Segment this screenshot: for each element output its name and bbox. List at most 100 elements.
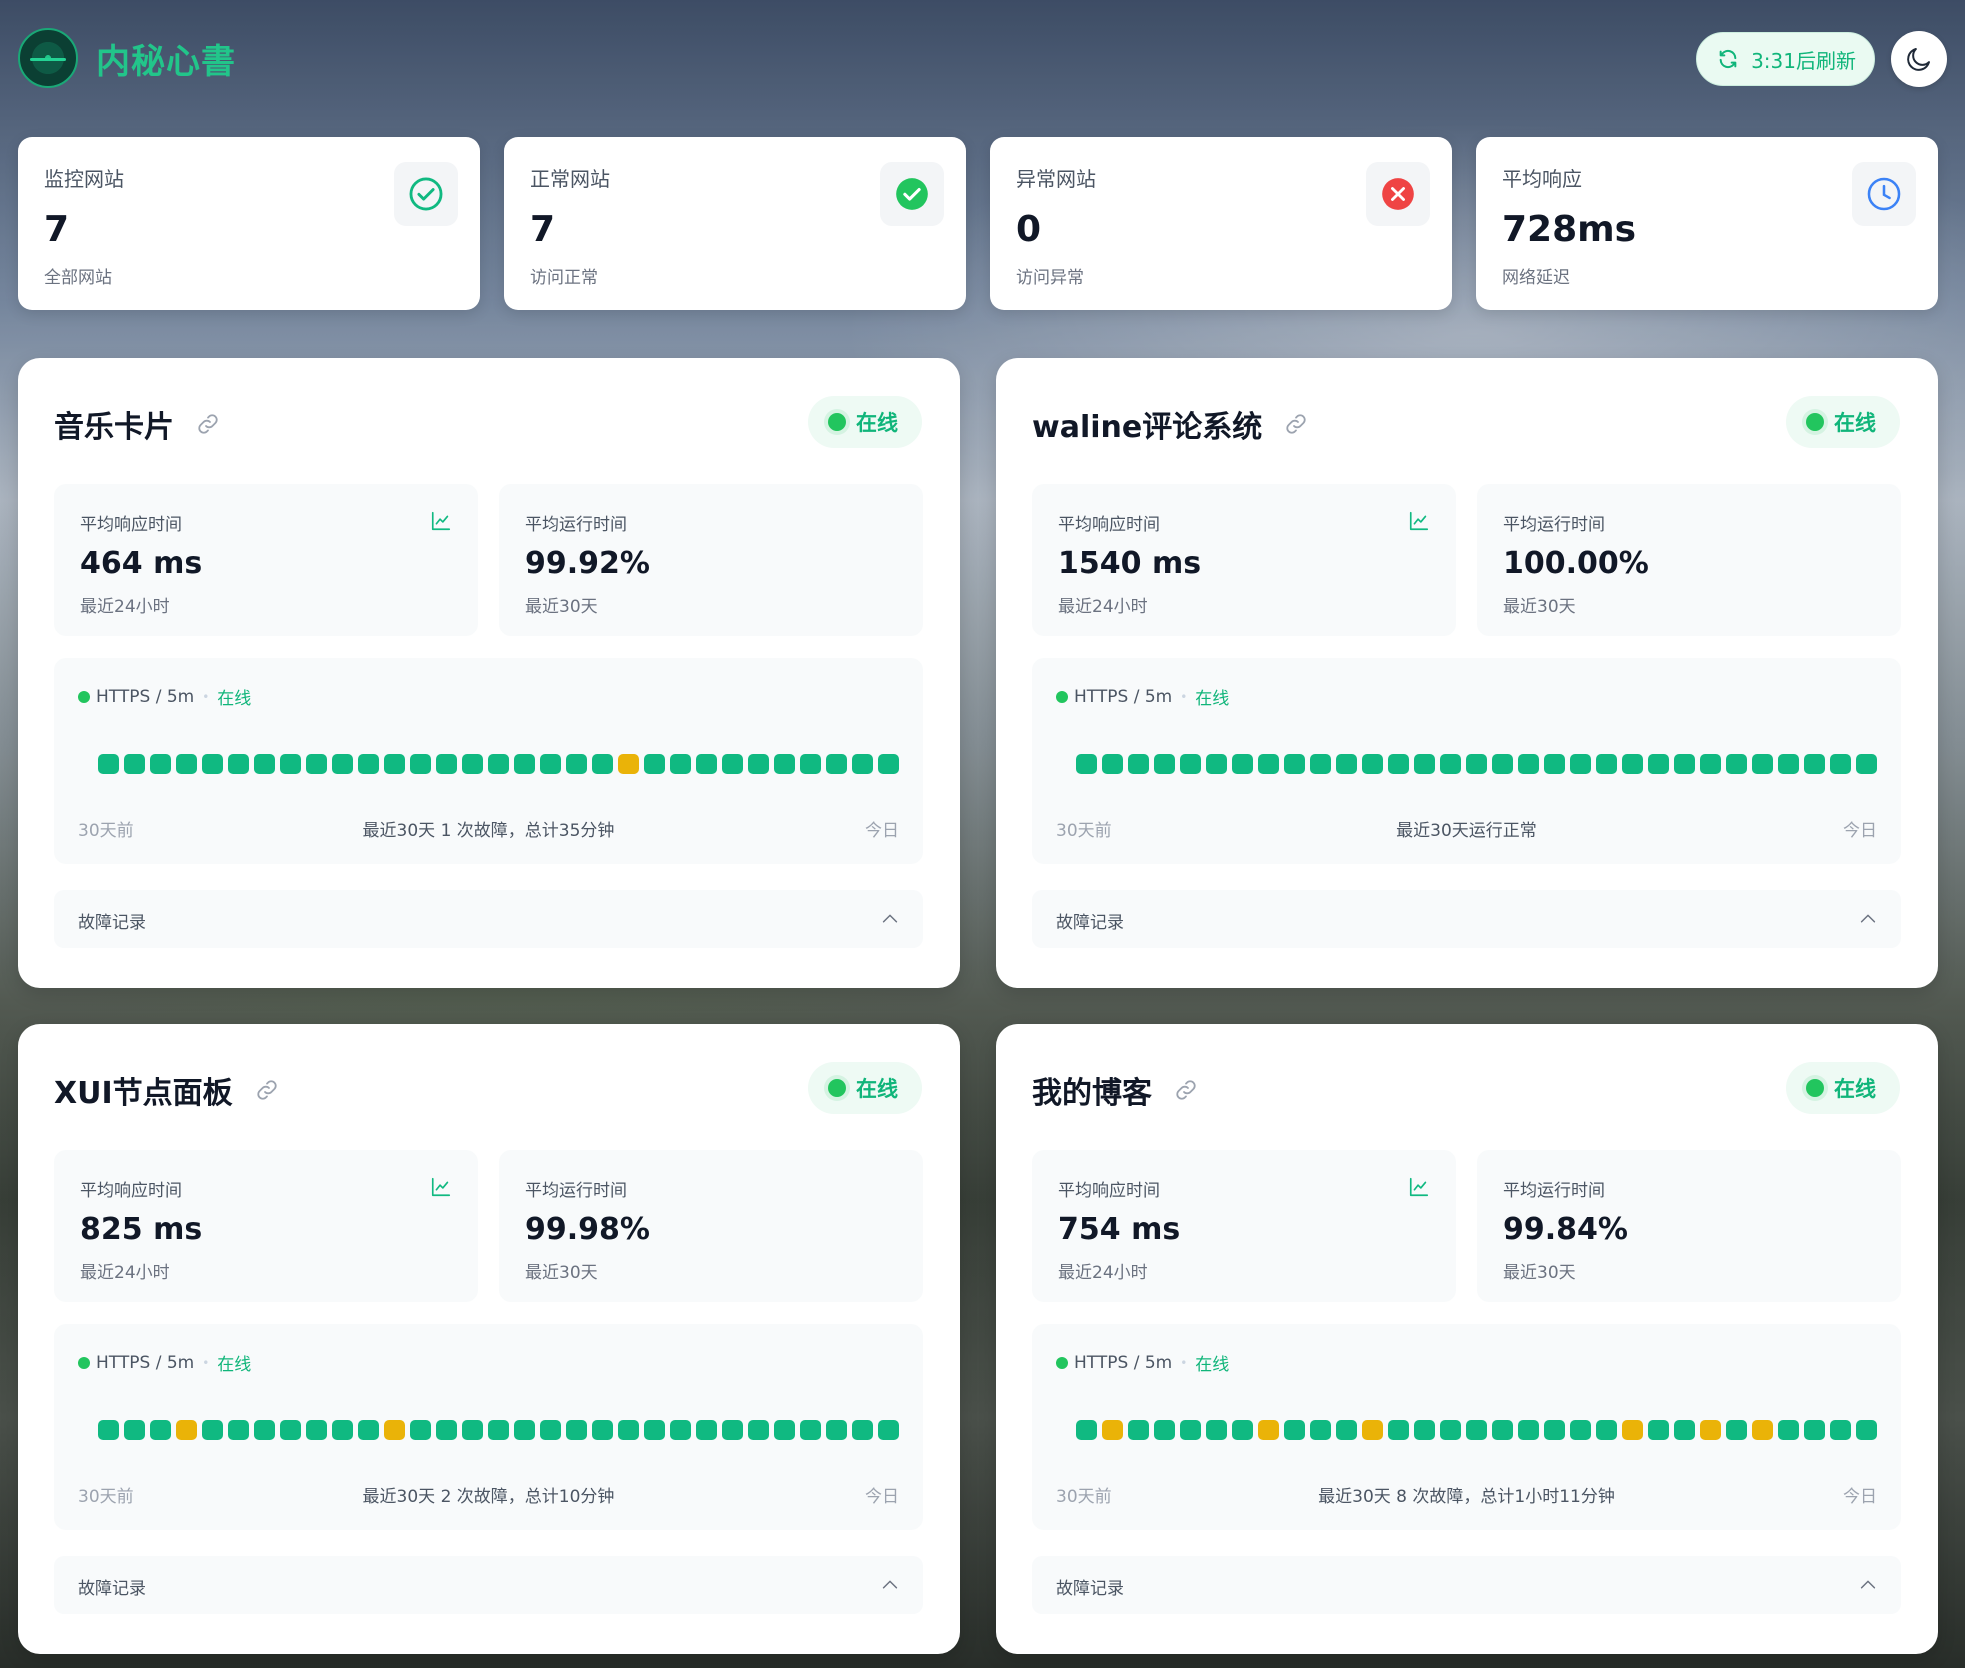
uptime-day-bar-ok[interactable] (1726, 754, 1747, 774)
uptime-day-bar-ok[interactable] (696, 754, 717, 774)
uptime-day-bar-ok[interactable] (1128, 754, 1149, 774)
uptime-day-bar-incident[interactable] (176, 1420, 197, 1440)
uptime-day-bar-ok[interactable] (618, 1420, 639, 1440)
link-icon[interactable] (196, 412, 220, 436)
uptime-day-bar-ok[interactable] (722, 1420, 743, 1440)
uptime-day-bar-ok[interactable] (670, 1420, 691, 1440)
uptime-day-bar-ok[interactable] (1180, 754, 1201, 774)
uptime-day-bar-ok[interactable] (1128, 1420, 1149, 1440)
uptime-day-bar-incident[interactable] (1622, 1420, 1643, 1440)
uptime-day-bar-ok[interactable] (1414, 754, 1435, 774)
refresh-button[interactable]: 3:31后刷新 (1696, 32, 1875, 86)
uptime-day-bar-ok[interactable] (1726, 1420, 1747, 1440)
uptime-day-bar-ok[interactable] (384, 754, 405, 774)
uptime-day-bar-ok[interactable] (488, 1420, 509, 1440)
uptime-day-bar-ok[interactable] (1518, 754, 1539, 774)
uptime-day-bar-ok[interactable] (1804, 754, 1825, 774)
uptime-day-bar-ok[interactable] (462, 754, 483, 774)
uptime-day-bar-ok[interactable] (1388, 754, 1409, 774)
uptime-day-bar-ok[interactable] (1830, 754, 1851, 774)
uptime-day-bar-ok[interactable] (1778, 1420, 1799, 1440)
uptime-day-bar-incident[interactable] (384, 1420, 405, 1440)
line-chart-icon[interactable] (1408, 510, 1430, 532)
uptime-day-bar-ok[interactable] (1830, 1420, 1851, 1440)
uptime-day-bar-ok[interactable] (410, 754, 431, 774)
uptime-day-bar-ok[interactable] (1648, 1420, 1669, 1440)
uptime-day-bar-ok[interactable] (1752, 754, 1773, 774)
uptime-day-bar-ok[interactable] (878, 754, 899, 774)
uptime-day-bar-ok[interactable] (748, 754, 769, 774)
link-icon[interactable] (1174, 1078, 1198, 1102)
uptime-day-bar-ok[interactable] (1492, 754, 1513, 774)
uptime-day-bar-ok[interactable] (1284, 1420, 1305, 1440)
uptime-day-bar-ok[interactable] (1440, 1420, 1461, 1440)
fault-records-toggle[interactable]: 故障记录 (54, 1556, 923, 1614)
uptime-day-bar-ok[interactable] (176, 754, 197, 774)
uptime-day-bar-ok[interactable] (1518, 1420, 1539, 1440)
uptime-day-bar-ok[interactable] (1804, 1420, 1825, 1440)
uptime-day-bar-ok[interactable] (124, 754, 145, 774)
link-icon[interactable] (1284, 412, 1308, 436)
uptime-day-bar-ok[interactable] (592, 754, 613, 774)
uptime-day-bar-ok[interactable] (1544, 1420, 1565, 1440)
uptime-day-bar-ok[interactable] (1206, 754, 1227, 774)
uptime-day-bar-ok[interactable] (566, 1420, 587, 1440)
chevron-up-icon[interactable] (1857, 1574, 1879, 1596)
chevron-up-icon[interactable] (879, 1574, 901, 1596)
uptime-day-bar-ok[interactable] (254, 754, 275, 774)
uptime-day-bar-ok[interactable] (124, 1420, 145, 1440)
uptime-day-bar-ok[interactable] (1648, 754, 1669, 774)
uptime-day-bar-ok[interactable] (1362, 754, 1383, 774)
uptime-day-bar-ok[interactable] (748, 1420, 769, 1440)
uptime-day-bar-ok[interactable] (1388, 1420, 1409, 1440)
uptime-day-bar-ok[interactable] (332, 1420, 353, 1440)
uptime-day-bar-ok[interactable] (1622, 754, 1643, 774)
link-icon[interactable] (255, 1078, 279, 1102)
uptime-day-bar-ok[interactable] (1154, 1420, 1175, 1440)
uptime-day-bar-ok[interactable] (1336, 754, 1357, 774)
uptime-day-bar-ok[interactable] (1414, 1420, 1435, 1440)
uptime-day-bar-ok[interactable] (1544, 754, 1565, 774)
uptime-day-bar-ok[interactable] (722, 754, 743, 774)
uptime-day-bar-incident[interactable] (1752, 1420, 1773, 1440)
uptime-day-bar-ok[interactable] (592, 1420, 613, 1440)
uptime-day-bar-ok[interactable] (306, 754, 327, 774)
uptime-day-bar-ok[interactable] (696, 1420, 717, 1440)
uptime-day-bar-ok[interactable] (1310, 1420, 1331, 1440)
uptime-day-bar-ok[interactable] (852, 1420, 873, 1440)
uptime-day-bar-ok[interactable] (488, 754, 509, 774)
uptime-day-bar-ok[interactable] (1596, 1420, 1617, 1440)
uptime-day-bar-ok[interactable] (1570, 754, 1591, 774)
uptime-day-bar-ok[interactable] (540, 754, 561, 774)
uptime-day-bar-ok[interactable] (774, 754, 795, 774)
uptime-day-bar-ok[interactable] (1440, 754, 1461, 774)
line-chart-icon[interactable] (430, 1176, 452, 1198)
fault-records-toggle[interactable]: 故障记录 (1032, 1556, 1901, 1614)
chevron-up-icon[interactable] (1857, 908, 1879, 930)
uptime-day-bar-ok[interactable] (1206, 1420, 1227, 1440)
uptime-day-bar-ok[interactable] (1778, 754, 1799, 774)
uptime-day-bar-ok[interactable] (1258, 754, 1279, 774)
uptime-day-bar-ok[interactable] (98, 1420, 119, 1440)
uptime-day-bar-ok[interactable] (1102, 754, 1123, 774)
uptime-day-bar-ok[interactable] (540, 1420, 561, 1440)
uptime-day-bar-ok[interactable] (826, 1420, 847, 1440)
uptime-day-bar-ok[interactable] (1466, 754, 1487, 774)
uptime-day-bar-ok[interactable] (670, 754, 691, 774)
uptime-day-bar-ok[interactable] (852, 754, 873, 774)
uptime-day-bar-ok[interactable] (1076, 1420, 1097, 1440)
uptime-day-bar-ok[interactable] (254, 1420, 275, 1440)
uptime-day-bar-ok[interactable] (358, 1420, 379, 1440)
uptime-day-bar-ok[interactable] (202, 1420, 223, 1440)
uptime-day-bar-ok[interactable] (280, 1420, 301, 1440)
uptime-day-bar-ok[interactable] (228, 754, 249, 774)
uptime-day-bar-ok[interactable] (1336, 1420, 1357, 1440)
uptime-day-bar-ok[interactable] (1466, 1420, 1487, 1440)
uptime-day-bar-incident[interactable] (1362, 1420, 1383, 1440)
uptime-day-bar-incident[interactable] (1700, 1420, 1721, 1440)
theme-toggle-button[interactable] (1891, 31, 1947, 87)
uptime-day-bar-ok[interactable] (228, 1420, 249, 1440)
uptime-day-bar-ok[interactable] (1310, 754, 1331, 774)
uptime-day-bar-ok[interactable] (1856, 1420, 1877, 1440)
uptime-day-bar-ok[interactable] (1674, 754, 1695, 774)
